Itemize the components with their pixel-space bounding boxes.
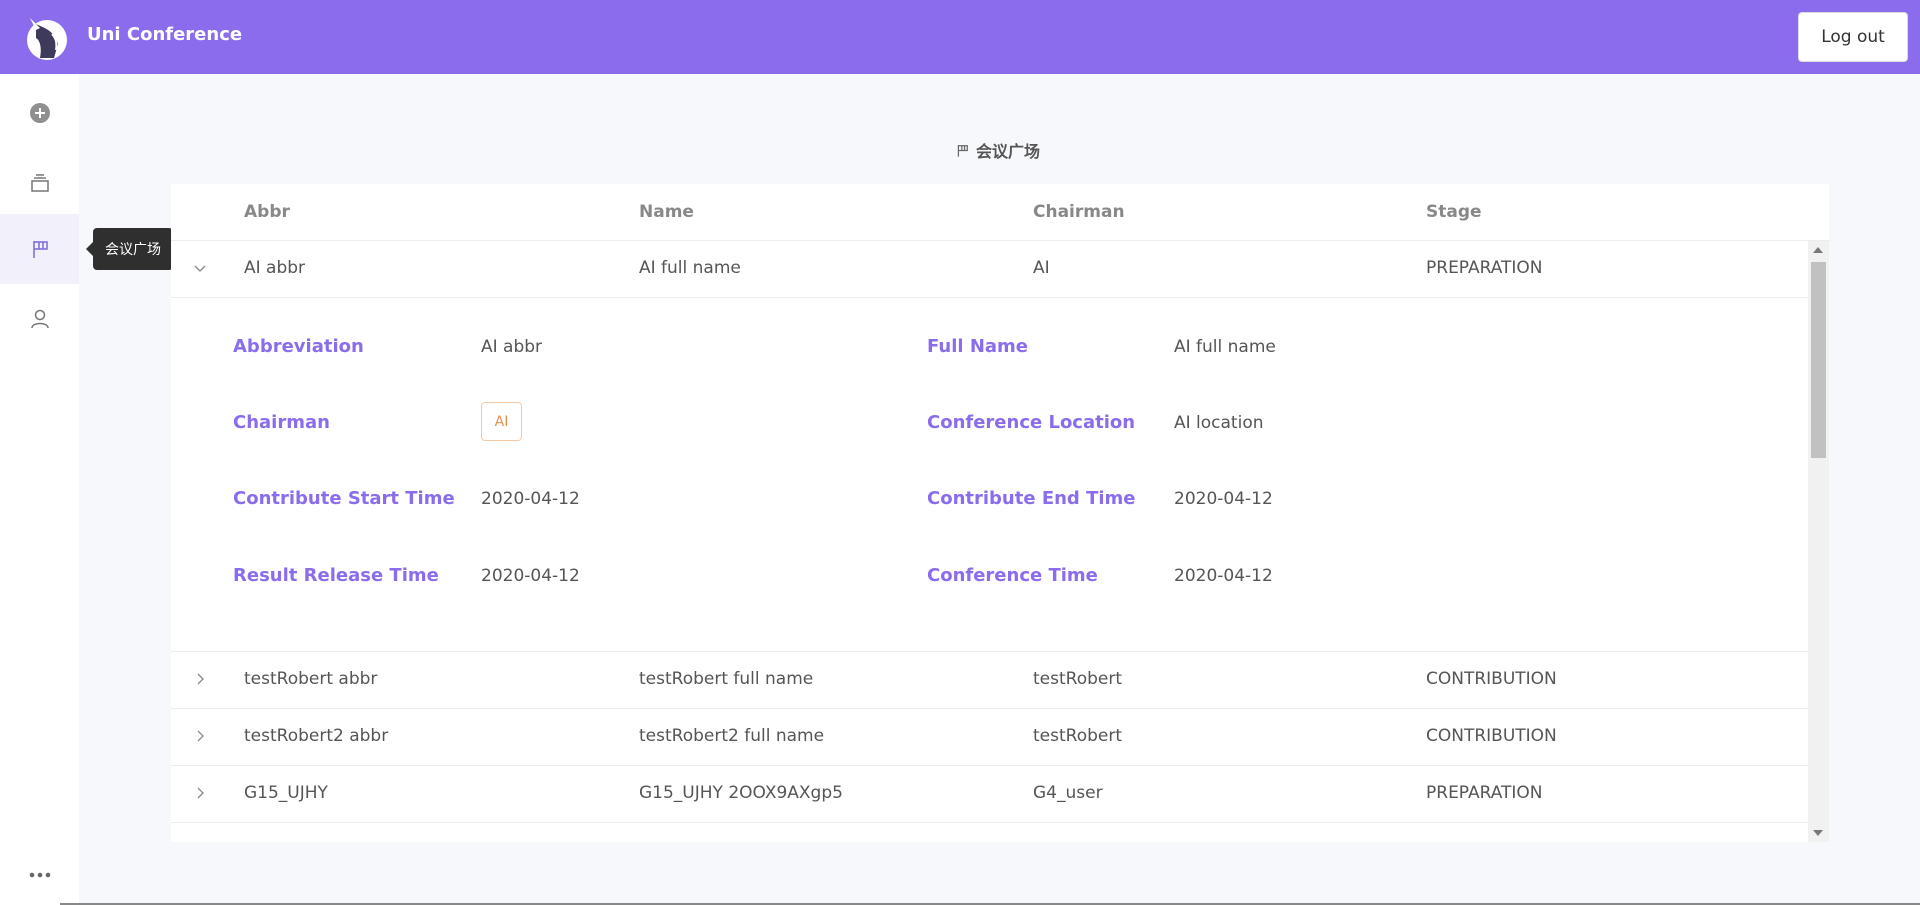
detail-label-contribute-end: Contribute End Time — [927, 488, 1136, 509]
cell-chairman: testRobert — [1033, 669, 1123, 689]
logout-button[interactable]: Log out — [1798, 12, 1908, 62]
table-row[interactable]: AI abbr AI full name AI PREPARATION — [171, 241, 1808, 298]
cell-name: testRobert full name — [639, 669, 814, 689]
cell-abbr: AI abbr — [244, 258, 306, 278]
chairman-tag: AI — [481, 402, 522, 441]
detail-value-result-release: 2020-04-12 — [481, 566, 580, 586]
detail-value-full-name: AI full name — [1174, 337, 1276, 357]
cell-name: AI full name — [639, 258, 741, 278]
column-header-abbr[interactable]: Abbr — [244, 202, 290, 222]
column-header-stage[interactable]: Stage — [1426, 202, 1482, 222]
detail-label-full-name: Full Name — [927, 336, 1028, 357]
detail-value-conference-time: 2020-04-12 — [1174, 566, 1273, 586]
cell-name: G15_UJHY 2OOX9AXgp5 — [639, 783, 843, 803]
scrollbar-thumb[interactable] — [1811, 262, 1826, 458]
plus-circle-icon — [29, 103, 50, 123]
sidebar-item-profile[interactable] — [0, 284, 79, 354]
cell-stage: CONTRIBUTION — [1426, 726, 1557, 746]
app-title: Uni Conference — [87, 24, 243, 45]
detail-value-location: AI location — [1174, 413, 1264, 433]
cell-chairman: testRobert — [1033, 726, 1123, 746]
detail-value-contribute-end: 2020-04-12 — [1174, 489, 1273, 509]
table-scrollbar[interactable] — [1808, 241, 1829, 842]
detail-label-contribute-start: Contribute Start Time — [233, 488, 455, 509]
flag-icon — [957, 144, 968, 157]
cell-abbr: testRobert abbr — [244, 669, 378, 689]
table-body: AI abbr AI full name AI PREPARATION Abbr… — [171, 241, 1808, 842]
table-row[interactable]: G15_UJHY G15_UJHY 2OOX9AXgp5 G4_user PRE… — [171, 766, 1808, 823]
sidebar-item-create[interactable] — [0, 78, 79, 148]
sidebar-tooltip: 会议广场 — [86, 228, 173, 270]
chevron-down-icon[interactable] — [193, 261, 207, 275]
cell-name: testRobert2 full name — [639, 726, 825, 746]
detail-label-chairman: Chairman — [233, 412, 330, 433]
sidebar — [0, 74, 79, 905]
cell-chairman: G4_user — [1033, 783, 1103, 803]
user-icon — [30, 309, 49, 329]
scroll-down-arrow-icon[interactable] — [1813, 830, 1823, 836]
sidebar-item-conference-plaza[interactable] — [0, 214, 79, 284]
detail-label-abbreviation: Abbreviation — [233, 336, 364, 357]
ellipsis-icon — [29, 872, 50, 878]
cell-abbr: G15_UJHY — [244, 783, 328, 803]
detail-label-location: Conference Location — [927, 412, 1136, 433]
cell-stage: CONTRIBUTION — [1426, 669, 1557, 689]
sidebar-item-my-conferences[interactable] — [0, 148, 79, 218]
layers-icon — [30, 174, 49, 192]
cell-chairman: AI — [1033, 258, 1050, 278]
cell-stage: PREPARATION — [1426, 258, 1543, 278]
more-menu-button[interactable] — [0, 845, 79, 905]
detail-label-result-release: Result Release Time — [233, 565, 439, 586]
row-detail-panel: Abbreviation AI abbr Full Name AI full n… — [171, 298, 1808, 652]
flag-icon — [32, 241, 48, 258]
conference-table: Abbr Name Chairman Stage AI abbr AI full… — [171, 184, 1829, 842]
page-title: 会议广场 — [955, 138, 1040, 162]
detail-value-abbreviation: AI abbr — [481, 337, 543, 357]
column-header-chairman[interactable]: Chairman — [1033, 202, 1125, 222]
table-row[interactable]: testRobert abbr testRobert full name tes… — [171, 652, 1808, 709]
column-header-name[interactable]: Name — [639, 202, 694, 222]
detail-label-conference-time: Conference Time — [927, 565, 1098, 586]
chevron-right-icon[interactable] — [193, 672, 207, 686]
app-header: Uni Conference Log out — [0, 0, 1920, 74]
table-header: Abbr Name Chairman Stage — [171, 184, 1829, 241]
chevron-right-icon[interactable] — [193, 786, 207, 800]
cell-abbr: testRobert2 abbr — [244, 726, 389, 746]
page-title-text: 会议广场 — [976, 142, 1041, 161]
unicorn-logo-icon — [27, 18, 67, 60]
cell-stage: PREPARATION — [1426, 783, 1543, 803]
detail-value-contribute-start: 2020-04-12 — [481, 489, 580, 509]
chevron-right-icon[interactable] — [193, 729, 207, 743]
scroll-up-arrow-icon[interactable] — [1813, 247, 1823, 253]
table-row[interactable]: testRobert2 abbr testRobert2 full name t… — [171, 709, 1808, 766]
